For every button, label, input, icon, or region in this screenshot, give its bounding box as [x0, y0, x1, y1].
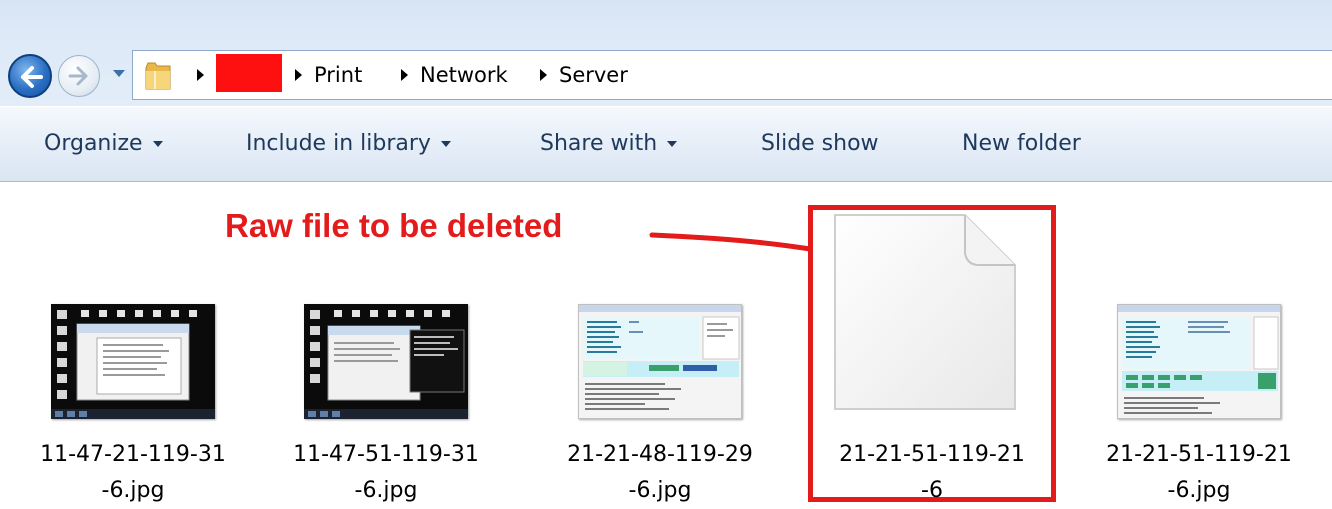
annotation-label: Raw file to be deleted — [225, 207, 563, 244]
screenshot-thumbnail-icon — [578, 303, 742, 419]
caret-down-icon — [152, 140, 163, 147]
include-in-library-label: Include in library — [246, 131, 431, 156]
folder-icon — [145, 62, 171, 90]
organize-label: Organize — [44, 131, 143, 156]
file-view: Raw file to be deleted 11-47-21-119-31 -… — [0, 183, 1332, 506]
back-arrow-icon — [21, 66, 43, 88]
chevron-right-icon — [197, 69, 204, 81]
address-bar-area: Print Network Server — [0, 0, 1332, 106]
file-thumbnail — [271, 293, 501, 429]
file-name: 11-47-51-119-31 -6.jpg — [271, 437, 501, 509]
file-name-line2: -6 — [921, 478, 943, 503]
file-name: 21-21-51-119-21 -6 — [817, 437, 1047, 509]
blank-document-icon — [834, 214, 1016, 410]
chevron-right-icon — [540, 69, 547, 81]
include-in-library-button[interactable]: Include in library — [246, 131, 451, 156]
caret-down-icon — [440, 140, 451, 147]
file-thumbnail — [18, 293, 248, 429]
new-folder-label: New folder — [962, 131, 1081, 156]
share-with-button[interactable]: Share with — [540, 131, 678, 156]
file-name: 21-21-51-119-21 -6.jpg — [1084, 437, 1314, 509]
breadcrumb-label: Print — [314, 63, 363, 87]
breadcrumb-network[interactable]: Network — [401, 63, 508, 87]
file-name-line2: -6.jpg — [1167, 478, 1231, 503]
screenshot-thumbnail-icon — [304, 303, 468, 419]
breadcrumb-server[interactable]: Server — [540, 63, 628, 87]
file-name-line1: 21-21-51-119-21 — [1106, 442, 1292, 467]
chevron-right-icon — [295, 69, 302, 81]
file-name-line2: -6.jpg — [354, 478, 418, 503]
address-box[interactable]: Print Network Server — [132, 50, 1332, 100]
file-name-line2: -6.jpg — [628, 478, 692, 503]
redacted-block — [216, 54, 282, 92]
forward-button[interactable] — [58, 55, 100, 97]
file-name: 11-47-21-119-31 -6.jpg — [18, 437, 248, 509]
breadcrumb-label: Server — [559, 63, 628, 87]
screenshot-thumbnail-icon — [51, 303, 215, 419]
file-thumbnail — [1084, 293, 1314, 429]
slide-show-button[interactable]: Slide show — [761, 131, 879, 156]
slide-show-label: Slide show — [761, 131, 879, 156]
breadcrumb-root-arrow[interactable] — [197, 54, 282, 92]
back-button[interactable] — [8, 54, 52, 98]
command-toolbar: Organize Include in library Share with S… — [0, 106, 1332, 182]
screenshot-thumbnail-icon — [1117, 303, 1281, 419]
organize-button[interactable]: Organize — [44, 131, 163, 156]
file-name-line1: 21-21-51-119-21 — [839, 442, 1025, 467]
file-name-line1: 11-47-51-119-31 — [293, 442, 479, 467]
new-folder-button[interactable]: New folder — [962, 131, 1081, 156]
share-with-label: Share with — [540, 131, 658, 156]
recent-pages-dropdown[interactable] — [113, 70, 125, 77]
breadcrumb-print[interactable]: Print — [295, 63, 362, 87]
chevron-right-icon — [401, 69, 408, 81]
file-name: 21-21-48-119-29 -6.jpg — [545, 437, 775, 509]
caret-down-icon — [667, 140, 678, 147]
file-name-line1: 21-21-48-119-29 — [567, 442, 753, 467]
file-name-line2: -6.jpg — [101, 478, 165, 503]
forward-arrow-icon — [68, 66, 88, 86]
file-name-line1: 11-47-21-119-31 — [40, 442, 226, 467]
file-thumbnail — [545, 293, 775, 429]
breadcrumb-label: Network — [420, 63, 508, 87]
